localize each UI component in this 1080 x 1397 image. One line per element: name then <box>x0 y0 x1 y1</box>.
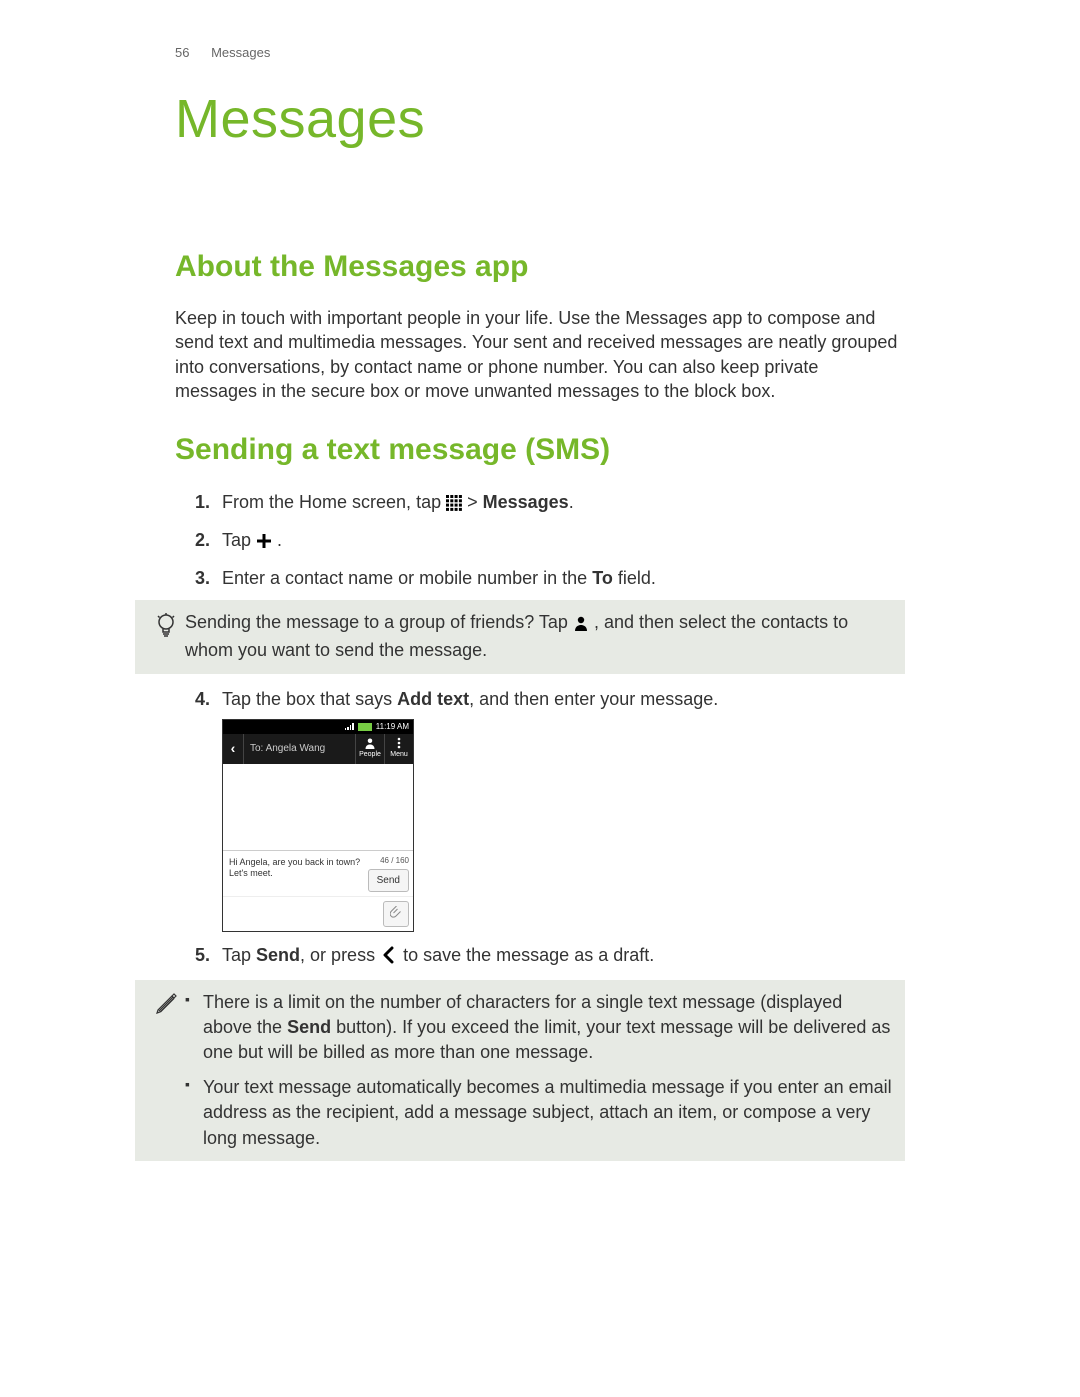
lightbulb-icon <box>147 610 185 638</box>
signal-icon <box>345 723 354 730</box>
note-item-1: There is a limit on the number of charac… <box>185 990 893 1066</box>
apps-grid-icon <box>446 492 462 519</box>
steps-list: From the Home screen, tap > Messages. Ta… <box>175 489 905 592</box>
tip-callout: Sending the message to a group of friend… <box>135 600 905 673</box>
page-number: 56 <box>175 45 189 60</box>
pencil-icon <box>147 990 185 1016</box>
back-chevron-icon <box>380 945 398 972</box>
about-body: Keep in touch with important people in y… <box>175 306 905 403</box>
tip-text: Sending the message to a group of friend… <box>185 610 893 663</box>
compose-header: ‹ To: Angela Wang People Menu <box>223 734 413 764</box>
steps-list-cont: Tap the box that says Add text, and then… <box>175 686 905 972</box>
send-button: Send <box>368 869 409 892</box>
conversation-area <box>223 764 413 850</box>
back-icon: ‹ <box>223 734 244 764</box>
page-title: Messages <box>175 88 905 150</box>
battery-icon <box>358 723 372 731</box>
compose-row: Hi Angela, are you back in town? Let's m… <box>223 850 413 896</box>
plus-icon <box>256 530 272 557</box>
section-heading-sms: Sending a text message (SMS) <box>175 433 905 467</box>
status-time: 11:19 AM <box>376 721 409 733</box>
step-2: Tap . <box>175 527 905 557</box>
to-field: To: Angela Wang <box>244 734 355 764</box>
step-1: From the Home screen, tap > Messages. <box>175 489 905 519</box>
header-section: Messages <box>211 45 270 60</box>
status-bar: 11:19 AM <box>223 720 413 734</box>
step-4: Tap the box that says Add text, and then… <box>175 686 905 932</box>
people-button: People <box>355 734 384 764</box>
person-icon <box>573 613 589 638</box>
note-item-2: Your text message automatically becomes … <box>185 1075 893 1151</box>
attach-icon <box>383 901 409 927</box>
step-3: Enter a contact name or mobile number in… <box>175 565 905 592</box>
step-5: Tap Send, or press to save the message a… <box>175 942 905 972</box>
draft-text: Hi Angela, are you back in town? Let's m… <box>227 855 364 882</box>
note-callout: There is a limit on the number of charac… <box>135 980 905 1161</box>
phone-screenshot: 11:19 AM ‹ To: Angela Wang People Menu <box>222 719 414 932</box>
section-heading-about: About the Messages app <box>175 250 905 284</box>
attach-row <box>223 896 413 931</box>
menu-button: Menu <box>384 734 413 764</box>
char-counter: 46 / 160 <box>380 855 409 867</box>
page-container: 56 Messages Messages About the Messages … <box>0 0 1080 1233</box>
running-header: 56 Messages <box>175 45 905 60</box>
